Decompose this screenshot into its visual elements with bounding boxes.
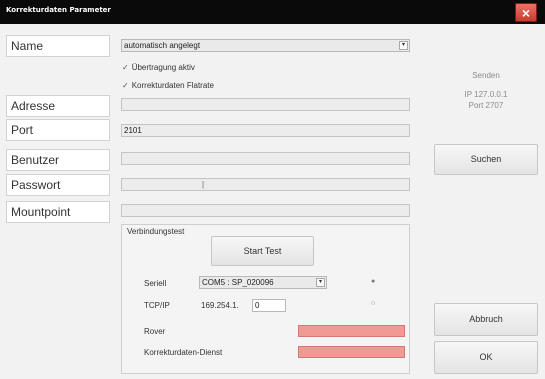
chevron-down-icon: ▾ (399, 41, 408, 50)
dienst-label: Korrekturdaten-Dienst (144, 348, 223, 357)
window-title: Korrekturdaten Parameter (6, 6, 111, 14)
port-text: Port 2707 (468, 101, 504, 110)
transfer-active-checkbox[interactable]: ✓ Übertragung aktiv (122, 63, 195, 72)
ip-address-text: IP 127.0.0.1 (464, 90, 508, 99)
close-button[interactable]: × (515, 3, 537, 22)
name-select[interactable]: automatisch angelegt ▾ (121, 39, 410, 52)
seriell-radio[interactable]: ● (371, 278, 375, 285)
benutzer-input[interactable] (121, 152, 410, 165)
flatrate-label: Korrekturdaten Flatrate (131, 81, 214, 90)
close-icon: × (521, 4, 531, 21)
transfer-active-label: Übertragung aktiv (131, 63, 195, 72)
benutzer-label: Benutzer (6, 149, 110, 171)
adresse-label: Adresse (6, 95, 110, 117)
passwort-input[interactable]: | (121, 178, 410, 191)
seriell-port-value: COM5 : SP_020096 (202, 278, 274, 287)
mountpoint-input[interactable] (121, 204, 410, 217)
dienst-status-indicator (298, 346, 405, 358)
adresse-input[interactable] (121, 98, 410, 111)
tcpip-last-octet-input[interactable]: 0 (252, 299, 286, 312)
ok-button[interactable]: OK (434, 341, 538, 374)
tcpip-radio[interactable]: ○ (371, 300, 375, 307)
mountpoint-label: Mountpoint (6, 201, 110, 223)
tcpip-prefix: 169.254.1. (201, 301, 239, 310)
seriell-port-select[interactable]: COM5 : SP_020096 ▾ (199, 276, 327, 289)
port-input[interactable]: 2101 (121, 124, 410, 137)
verbindungstest-title: Verbindungstest (127, 227, 185, 236)
rover-status-indicator (298, 325, 405, 337)
rover-label: Rover (144, 327, 166, 336)
chevron-down-icon: ▾ (316, 278, 325, 287)
start-test-button[interactable]: Start Test (211, 236, 314, 266)
port-label: Port (6, 119, 110, 141)
name-select-value: automatisch angelegt (124, 41, 201, 50)
passwort-label: Passwort (6, 174, 110, 196)
flatrate-checkbox[interactable]: ✓ Korrekturdaten Flatrate (122, 81, 214, 90)
tcpip-label: TCP/IP (144, 301, 170, 310)
check-icon: ✓ (122, 81, 129, 90)
seriell-label: Seriell (144, 279, 167, 288)
name-label: Name (6, 35, 110, 57)
senden-status: Senden (472, 71, 500, 80)
text-cursor-icon: | (202, 180, 205, 189)
abbruch-button[interactable]: Abbruch (434, 303, 538, 336)
check-icon: ✓ (122, 63, 129, 72)
title-bar: Korrekturdaten Parameter × (0, 0, 545, 24)
suchen-button[interactable]: Suchen (434, 144, 538, 175)
